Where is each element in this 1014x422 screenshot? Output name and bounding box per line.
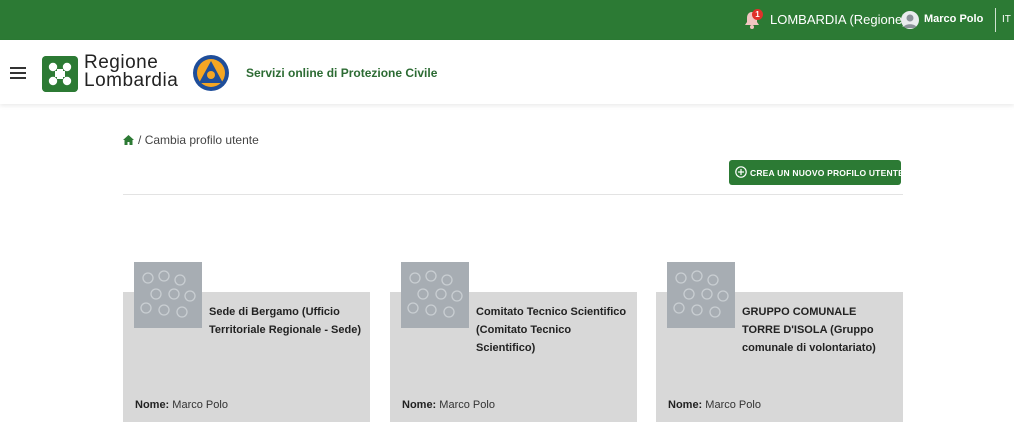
profile-name-label: Nome: bbox=[402, 399, 437, 411]
protezione-civile-logo-icon bbox=[193, 55, 229, 91]
plus-circle-icon bbox=[735, 166, 747, 178]
profile-image-icon bbox=[667, 262, 735, 328]
section-divider bbox=[123, 194, 903, 195]
profile-name-value: Marco Polo bbox=[172, 399, 228, 411]
profile-name-label: Nome: bbox=[668, 399, 703, 411]
profile-name: Nome: Marco Polo bbox=[668, 399, 761, 411]
profile-card[interactable]: Sede di Bergamo (Ufficio Territoriale Re… bbox=[123, 262, 370, 422]
create-profile-button[interactable]: CREA UN NUOVO PROFILO UTENTE bbox=[729, 160, 905, 185]
create-profile-label: CREA UN NUOVO PROFILO UTENTE bbox=[750, 168, 905, 178]
language-selector[interactable]: IT bbox=[1002, 14, 1011, 25]
regione-lombardia-logo-icon[interactable] bbox=[42, 56, 78, 92]
profile-name-value: Marco Polo bbox=[705, 399, 761, 411]
profile-card[interactable]: GRUPPO COMUNALE TORRE D'ISOLA (Gruppo co… bbox=[656, 262, 903, 422]
logo-line-2: Lombardia bbox=[84, 70, 179, 91]
profile-name: Nome: Marco Polo bbox=[135, 399, 228, 411]
profile-card[interactable]: Comitato Tecnico Scientifico (Comitato T… bbox=[390, 262, 637, 422]
profile-image-icon bbox=[134, 262, 202, 328]
profile-name: Nome: Marco Polo bbox=[402, 399, 495, 411]
hamburger-menu-icon[interactable] bbox=[10, 67, 26, 79]
site-header: Regione Lombardia Servizi online di Prot… bbox=[0, 40, 1014, 104]
breadcrumb-separator: / bbox=[138, 133, 142, 147]
profile-title: Comitato Tecnico Scientifico (Comitato T… bbox=[476, 306, 627, 354]
user-avatar-icon[interactable] bbox=[901, 11, 919, 29]
region-selector[interactable]: LOMBARDIA (Regione) bbox=[770, 12, 907, 27]
topbar-divider bbox=[995, 8, 996, 32]
notification-badge: 1 bbox=[752, 9, 763, 20]
user-name-link[interactable]: Marco Polo bbox=[924, 13, 983, 25]
profile-image-icon bbox=[401, 262, 469, 328]
home-icon[interactable] bbox=[123, 135, 134, 145]
profile-name-value: Marco Polo bbox=[439, 399, 495, 411]
top-bar: 1 LOMBARDIA (Regione) Marco Polo IT bbox=[0, 0, 1014, 40]
service-title: Servizi online di Protezione Civile bbox=[246, 66, 438, 80]
logo-text[interactable]: Regione Lombardia bbox=[84, 53, 179, 91]
profile-title: GRUPPO COMUNALE TORRE D'ISOLA (Gruppo co… bbox=[742, 306, 876, 354]
breadcrumb-current: Cambia profilo utente bbox=[144, 133, 259, 147]
profile-title: Sede di Bergamo (Ufficio Territoriale Re… bbox=[209, 306, 362, 336]
breadcrumb: / Cambia profilo utente bbox=[123, 133, 259, 147]
profile-name-label: Nome: bbox=[135, 399, 170, 411]
